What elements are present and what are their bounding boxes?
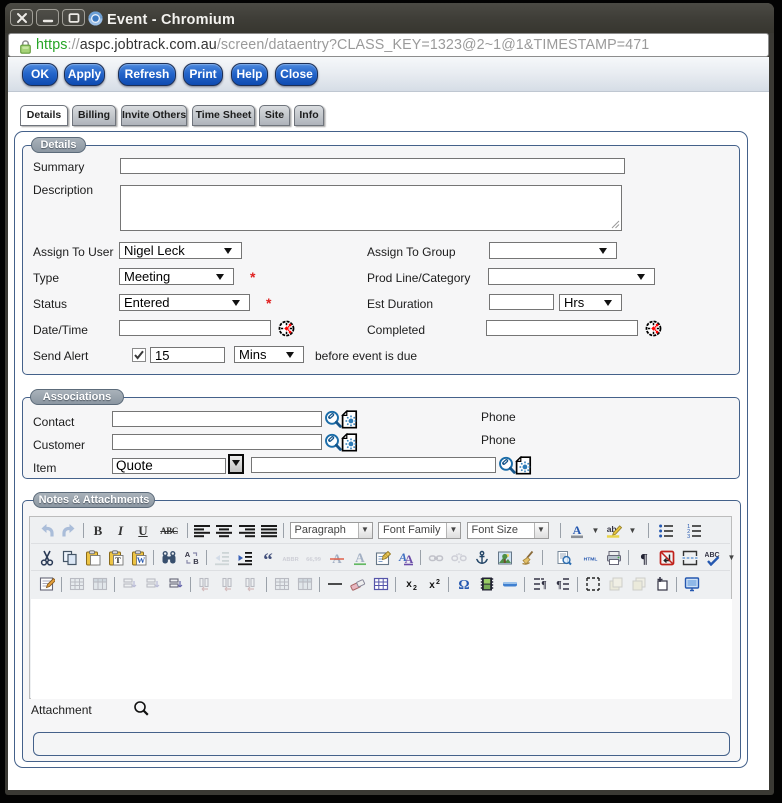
svg-text:66,99: 66,99 <box>306 555 322 562</box>
svg-text:W: W <box>136 555 145 565</box>
svg-text:x: x <box>406 579 412 590</box>
svg-text:A: A <box>573 523 582 537</box>
svg-text:¶: ¶ <box>556 580 561 591</box>
svg-text:A: A <box>355 550 365 565</box>
svg-text:“: “ <box>263 550 273 566</box>
svg-text:3: 3 <box>687 534 690 539</box>
svg-text:Ω: Ω <box>458 578 469 592</box>
svg-text:B: B <box>193 557 199 566</box>
svg-text:HTML: HTML <box>584 556 598 562</box>
svg-text:2: 2 <box>413 585 417 592</box>
svg-text:T: T <box>115 555 121 565</box>
svg-text:ABBR: ABBR <box>282 556 298 562</box>
svg-text:¶: ¶ <box>541 580 546 591</box>
svg-text:A: A <box>184 550 190 559</box>
svg-text:x: x <box>429 580 435 591</box>
svg-text:2: 2 <box>436 579 440 586</box>
svg-text:¶: ¶ <box>640 552 648 566</box>
